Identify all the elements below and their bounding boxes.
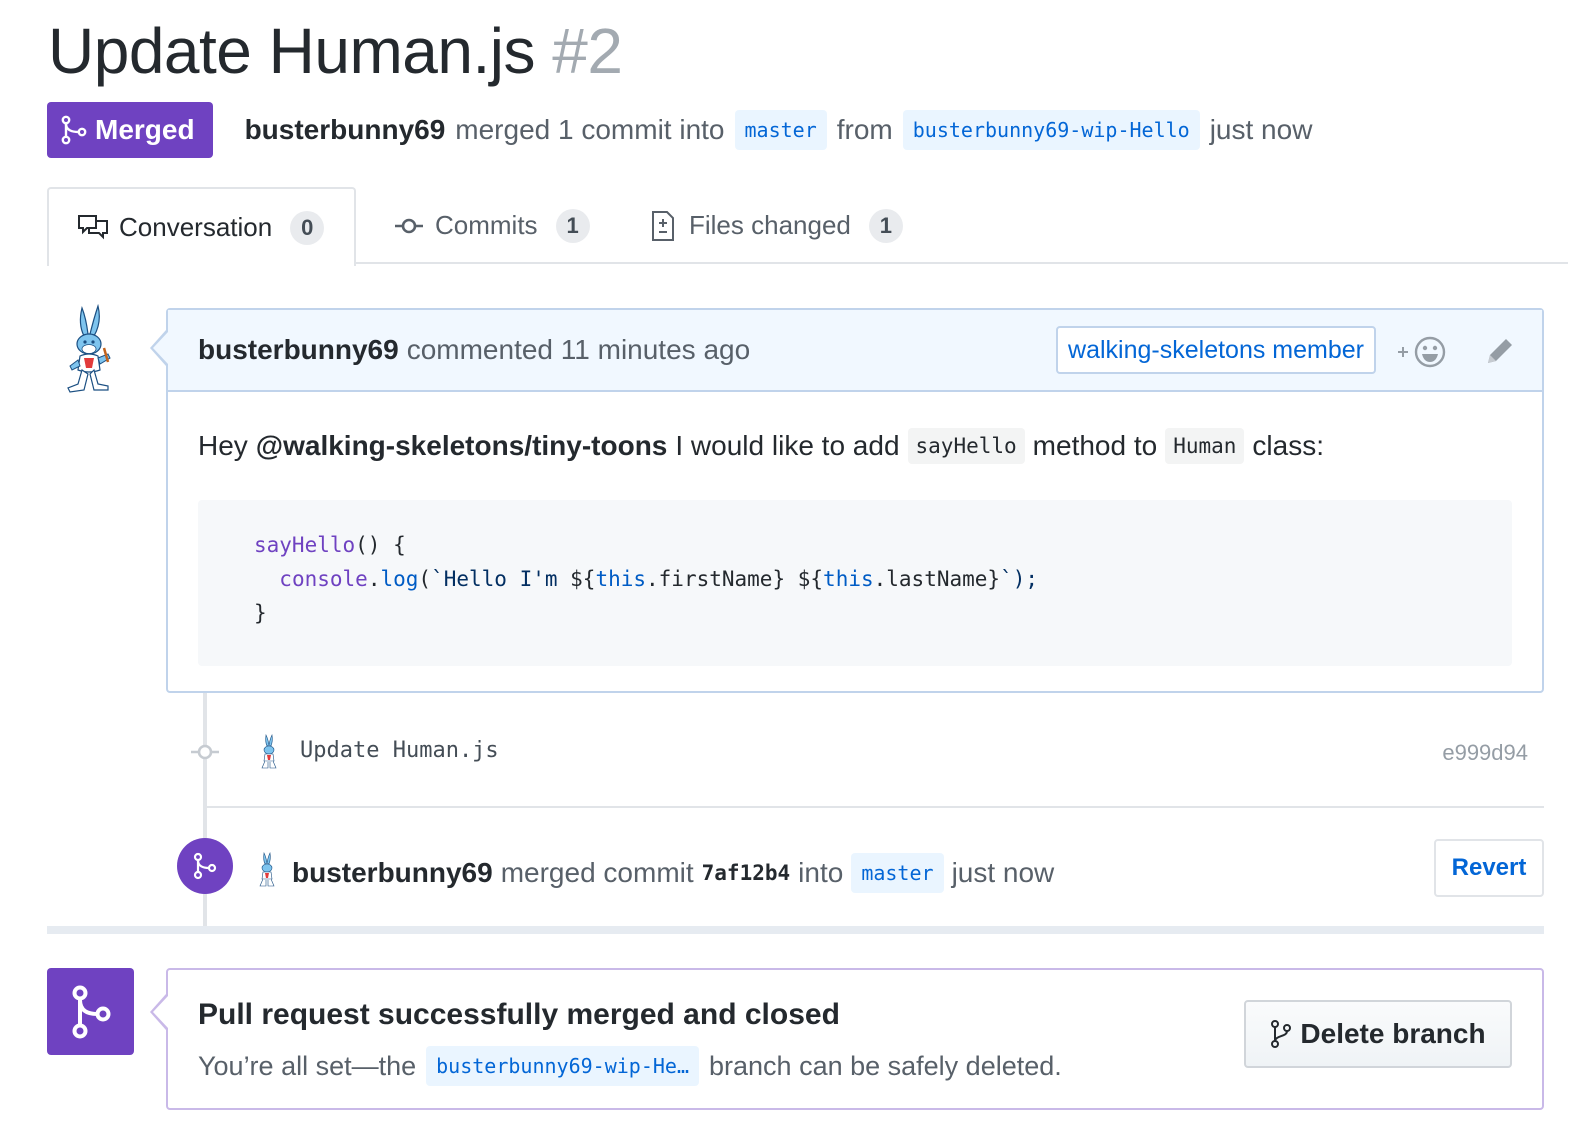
comment-text-mid2: method to xyxy=(1032,430,1158,461)
merged-badge-label: Merged xyxy=(95,114,195,145)
timeline-divider xyxy=(206,806,1544,808)
merge-event-action: merged commit xyxy=(500,857,694,888)
pr-status-row: Merged busterbunny69 merged 1 commit int… xyxy=(47,102,1312,158)
comment-header: busterbunny69 commented 11 minutes ago w… xyxy=(168,310,1542,392)
member-label: walking-skeletons member xyxy=(1056,326,1376,374)
user-avatar[interactable] xyxy=(58,304,120,396)
revert-button[interactable]: Revert xyxy=(1434,839,1544,897)
git-commit-icon xyxy=(395,218,423,233)
delete-branch-label: Delete branch xyxy=(1300,1018,1486,1049)
pr-comment: busterbunny69 commented 11 minutes ago w… xyxy=(166,308,1544,693)
code-token: this xyxy=(595,567,647,591)
tab-counter: 1 xyxy=(868,208,903,243)
team-mention-link[interactable]: @walking-skeletons/tiny-toons xyxy=(256,430,668,462)
merge-commit-sha-link[interactable]: 7af12b4 xyxy=(702,861,791,885)
merge-into-text: into xyxy=(798,857,844,888)
code-token: this xyxy=(823,567,874,591)
merger-avatar[interactable] xyxy=(256,852,278,888)
git-merge-icon xyxy=(61,115,87,145)
code-token: .firstName} xyxy=(646,567,786,591)
merge-meta: busterbunny69 merged 1 commit into maste… xyxy=(245,110,1313,150)
git-branch-icon xyxy=(1271,1020,1292,1048)
code-token: ( xyxy=(418,567,432,591)
tab-label: Conversation xyxy=(119,212,273,242)
merge-event-badge xyxy=(177,838,233,894)
merged-box-subtitle: You’re all set—the busterbunny69-wip-He…… xyxy=(198,1046,1062,1086)
comment-discussion-icon xyxy=(78,214,108,239)
commit-row: Update Human.js e999d94 xyxy=(190,726,1544,778)
comment-text-suffix: class: xyxy=(1252,430,1324,461)
comment-text-mid1: I would like to add xyxy=(675,430,900,461)
merged-box-caret-inner xyxy=(153,996,168,1028)
merged-status-box: Pull request successfully merged and clo… xyxy=(166,968,1544,1110)
merge-action-text: merged 1 commit into xyxy=(455,114,725,145)
code-token: ${ xyxy=(797,567,824,591)
pr-number: #2 xyxy=(552,15,623,87)
git-merge-icon xyxy=(193,852,217,880)
tab-label: Commits xyxy=(435,210,538,240)
commit-sha-link[interactable]: e999d94 xyxy=(1442,740,1528,766)
code-token: console xyxy=(279,567,368,591)
merge-event-time: just now xyxy=(951,857,1055,888)
merge-event-text: busterbunny69 merged commit 7af12b4 into… xyxy=(292,848,1054,898)
pencil-icon[interactable] xyxy=(1484,335,1516,367)
code-token: sayHello xyxy=(254,533,356,557)
inline-code-method: sayHello xyxy=(907,428,1025,464)
tab-commits[interactable]: Commits 1 xyxy=(393,187,590,264)
author-link[interactable]: busterbunny69 xyxy=(245,114,446,146)
git-merge-icon xyxy=(72,985,110,1038)
tab-files-changed[interactable]: Files changed 1 xyxy=(647,187,903,264)
inline-code-class: Human xyxy=(1165,428,1245,464)
merged-sub-prefix: You’re all set—the xyxy=(198,1050,417,1081)
merge-target-branch[interactable]: master xyxy=(851,853,944,893)
comment-caret-inner xyxy=(153,332,168,364)
pr-tabs: Conversation 0 Commits 1 Files changed 1 xyxy=(47,187,1568,266)
from-text: from xyxy=(836,114,893,145)
commit-message-link[interactable]: Update Human.js xyxy=(300,738,499,763)
page-title: Update Human.js #2 xyxy=(48,14,623,88)
comment-text: Hey @walking-skeletons/tiny-toons I woul… xyxy=(198,428,1512,464)
code-token: () { xyxy=(355,533,406,557)
merger-link[interactable]: busterbunny69 xyxy=(292,857,493,889)
tab-conversation[interactable]: Conversation 0 xyxy=(47,187,356,266)
merged-box-title: Pull request successfully merged and clo… xyxy=(198,998,840,1031)
commit-author-avatar[interactable] xyxy=(258,734,280,770)
add-reaction-icon[interactable] xyxy=(1394,334,1450,370)
comment-author[interactable]: busterbunny69 xyxy=(198,334,399,366)
tab-label: Files changed xyxy=(689,210,851,240)
code-token: `Hello I'm xyxy=(431,567,571,591)
code-token: ${ xyxy=(570,567,596,591)
merged-state-icon-box xyxy=(47,968,134,1055)
tab-counter: 1 xyxy=(555,208,590,243)
delete-branch-button[interactable]: Delete branch xyxy=(1244,1000,1512,1068)
section-divider xyxy=(47,926,1544,934)
pr-title: Update Human.js xyxy=(48,15,535,87)
tab-counter: 0 xyxy=(290,210,325,245)
comment-body: Hey @walking-skeletons/tiny-toons I woul… xyxy=(168,392,1542,666)
code-token: log xyxy=(380,567,419,591)
code-block: sayHello() { console.log(`Hello I'm ${th… xyxy=(198,500,1512,666)
comment-text-prefix: Hey xyxy=(198,430,248,461)
deletable-branch-label[interactable]: busterbunny69-wip-He… xyxy=(426,1046,700,1086)
code-token: .lastName} xyxy=(873,567,1001,591)
comment-meta[interactable]: commented 11 minutes ago xyxy=(407,334,750,366)
merged-status-badge: Merged xyxy=(47,102,213,158)
code-token: } xyxy=(254,601,267,625)
merged-sub-suffix: branch can be safely deleted. xyxy=(709,1050,1062,1081)
base-branch-label[interactable]: master xyxy=(734,110,827,150)
git-commit-icon xyxy=(191,744,219,760)
code-token: `); xyxy=(1000,567,1038,591)
merge-time: just now xyxy=(1209,114,1313,145)
diff-icon xyxy=(652,210,674,241)
code-token: . xyxy=(367,567,381,591)
head-branch-label[interactable]: busterbunny69-wip-Hello xyxy=(902,110,1200,150)
